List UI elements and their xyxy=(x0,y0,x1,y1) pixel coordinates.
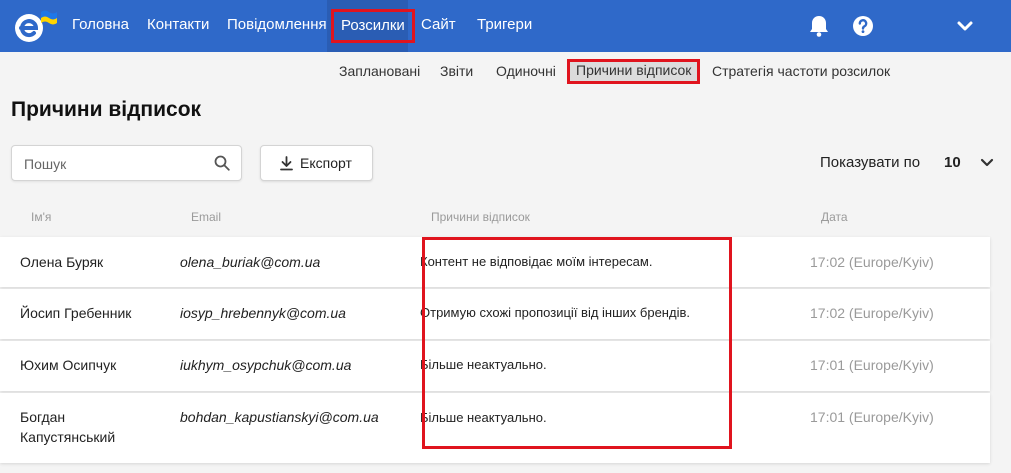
nav-item-label: Розсилки xyxy=(331,9,415,43)
table-row[interactable]: Олена Буряк olena_buriak@com.ua Контент … xyxy=(0,237,990,287)
row-date: 17:02 (Europe/Kyiv) xyxy=(810,305,934,321)
row-date: 17:02 (Europe/Kyiv) xyxy=(810,254,934,270)
chevron-down-icon[interactable] xyxy=(980,157,994,169)
row-reason: Більше неактуально. xyxy=(420,357,547,372)
row-name: Олена Буряк xyxy=(20,254,104,270)
row-email: olena_buriak@com.ua xyxy=(180,254,321,270)
per-page-select[interactable]: 10 xyxy=(944,154,961,171)
help-icon[interactable] xyxy=(850,13,876,39)
subnav-item-single[interactable]: Одиночні xyxy=(496,61,556,83)
row-reason: Контент не відповідає моїм інтересам. xyxy=(420,254,653,269)
nav-item-label: Повідомлення xyxy=(227,16,327,33)
nav-item-contacts[interactable]: Контакти xyxy=(147,0,209,52)
per-page-label: Показувати по xyxy=(820,154,921,171)
nav-item-site[interactable]: Сайт xyxy=(421,0,456,52)
row-email: iukhym_osypchuk@com.ua xyxy=(180,357,352,373)
nav-item-label: Сайт xyxy=(421,16,456,33)
subnav-item-reports[interactable]: Звіти xyxy=(440,61,473,83)
nav-item-home[interactable]: Головна xyxy=(72,0,129,52)
subnav-item-unsubscribe-reasons[interactable]: Причини відписок xyxy=(567,59,701,84)
bell-icon[interactable] xyxy=(806,13,832,39)
nav-item-label: Контакти xyxy=(147,16,210,33)
subnav-item-frequency-strategy[interactable]: Стратегія частоти розсилок xyxy=(712,61,890,83)
logo-icon[interactable] xyxy=(9,6,59,46)
row-name: Йосип Гребенник xyxy=(20,305,132,321)
table-row[interactable]: Йосип Гребенник iosyp_hrebennyk@com.ua О… xyxy=(0,289,990,339)
nav-item-messages[interactable]: Повідомлення xyxy=(227,0,327,52)
search-icon[interactable] xyxy=(214,155,230,171)
column-header-email[interactable]: Email xyxy=(191,210,221,224)
row-date: 17:01 (Europe/Kyiv) xyxy=(810,357,934,373)
export-button-label: Експорт xyxy=(300,155,352,171)
search-box xyxy=(11,145,242,181)
column-header-name[interactable]: Ім'я xyxy=(31,210,51,224)
nav-item-label: Тригери xyxy=(477,16,533,33)
nav-item-campaigns[interactable]: Розсилки xyxy=(327,0,415,52)
top-navigation-bar: Головна Контакти Повідомлення Розсилки С… xyxy=(0,0,1011,52)
table-row[interactable]: Богдан Капустянський bohdan_kapustiansky… xyxy=(0,393,990,463)
row-name: Юхим Осипчук xyxy=(20,357,117,373)
nav-item-triggers[interactable]: Тригери xyxy=(477,0,532,52)
column-header-reason[interactable]: Причини відписок xyxy=(431,210,530,224)
row-email: iosyp_hrebennyk@com.ua xyxy=(180,305,346,321)
search-input[interactable] xyxy=(24,154,214,174)
export-button[interactable]: Експорт xyxy=(260,145,373,181)
column-header-date[interactable]: Дата xyxy=(821,210,848,224)
chevron-down-icon[interactable] xyxy=(952,13,978,39)
subnav-item-scheduled[interactable]: Заплановані xyxy=(339,61,420,83)
page-title: Причини відписок xyxy=(11,98,202,121)
row-name: Богдан Капустянський xyxy=(20,409,116,445)
row-date: 17:01 (Europe/Kyiv) xyxy=(810,409,934,425)
nav-item-label: Головна xyxy=(72,16,129,33)
download-icon xyxy=(280,156,293,171)
table-row[interactable]: Юхим Осипчук iukhym_osypchuk@com.ua Біль… xyxy=(0,341,990,391)
row-reason: Отримую схожі пропозиції від інших бренд… xyxy=(420,305,690,320)
row-reason: Більше неактуально. xyxy=(420,410,547,425)
row-email: bohdan_kapustianskyi@com.ua xyxy=(180,409,379,425)
